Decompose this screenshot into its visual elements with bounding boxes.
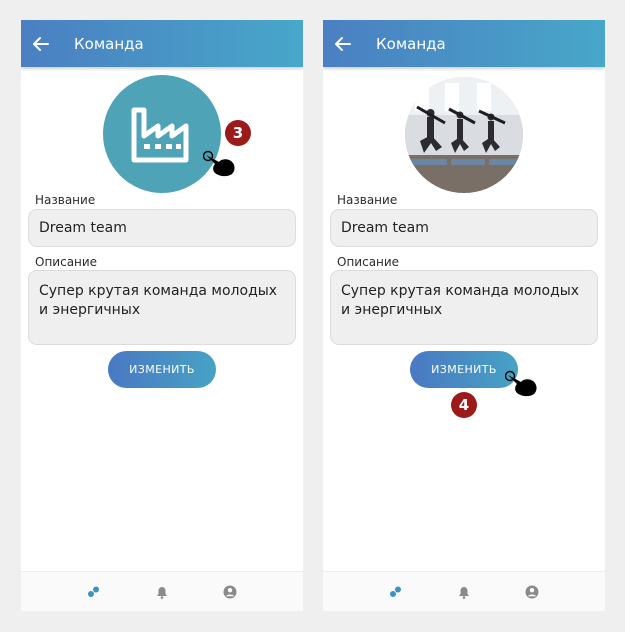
step-number: 4 bbox=[458, 396, 470, 414]
team-avatar-photo[interactable] bbox=[405, 77, 523, 193]
bell-icon bbox=[459, 586, 469, 599]
arrow-left-icon bbox=[335, 36, 351, 51]
description-label: Описание bbox=[337, 255, 400, 269]
name-label: Название bbox=[337, 193, 398, 207]
factory-icon bbox=[131, 107, 189, 163]
phone-screen-right: Команда Название Dream team Описание Суп… bbox=[323, 20, 605, 611]
bottom-navigation bbox=[323, 571, 605, 611]
profile-icon bbox=[223, 585, 237, 599]
arrow-left-icon bbox=[33, 36, 49, 51]
yoga-class-photo bbox=[405, 77, 523, 193]
pointing-hand-icon bbox=[203, 150, 235, 177]
app-bar: Команда bbox=[21, 20, 303, 67]
step-badge-3: 3 bbox=[225, 120, 251, 146]
page-title: Команда bbox=[74, 34, 144, 53]
bottom-navigation bbox=[21, 571, 303, 611]
name-input[interactable]: Dream team bbox=[330, 209, 598, 247]
name-input[interactable]: Dream team bbox=[28, 209, 296, 247]
app-bar: Команда bbox=[323, 20, 605, 67]
bell-icon bbox=[157, 586, 167, 599]
back-button[interactable] bbox=[323, 20, 365, 67]
nav-notifications[interactable] bbox=[454, 582, 474, 602]
nav-notifications[interactable] bbox=[152, 582, 172, 602]
name-label: Название bbox=[35, 193, 96, 207]
profile-icon bbox=[525, 585, 539, 599]
description-input[interactable]: Супер крутая команда молодых и энергичны… bbox=[330, 270, 598, 345]
nav-team[interactable] bbox=[386, 582, 406, 602]
team-icon bbox=[390, 586, 401, 597]
back-button[interactable] bbox=[21, 20, 63, 67]
step-badge-4: 4 bbox=[451, 392, 477, 418]
nav-profile[interactable] bbox=[522, 582, 542, 602]
nav-profile[interactable] bbox=[220, 582, 240, 602]
team-icon bbox=[88, 586, 99, 597]
pointing-hand-icon bbox=[505, 370, 537, 397]
description-input[interactable]: Супер крутая команда молодых и энергичны… bbox=[28, 270, 296, 345]
page-title: Команда bbox=[376, 34, 446, 53]
change-button[interactable]: ИЗМЕНИТЬ bbox=[410, 351, 518, 388]
nav-team[interactable] bbox=[84, 582, 104, 602]
step-number: 3 bbox=[232, 124, 244, 142]
description-label: Описание bbox=[35, 255, 98, 269]
phone-screen-left: Команда Название Dream team Описание Суп… bbox=[21, 20, 303, 611]
change-button[interactable]: ИЗМЕНИТЬ bbox=[108, 351, 216, 388]
